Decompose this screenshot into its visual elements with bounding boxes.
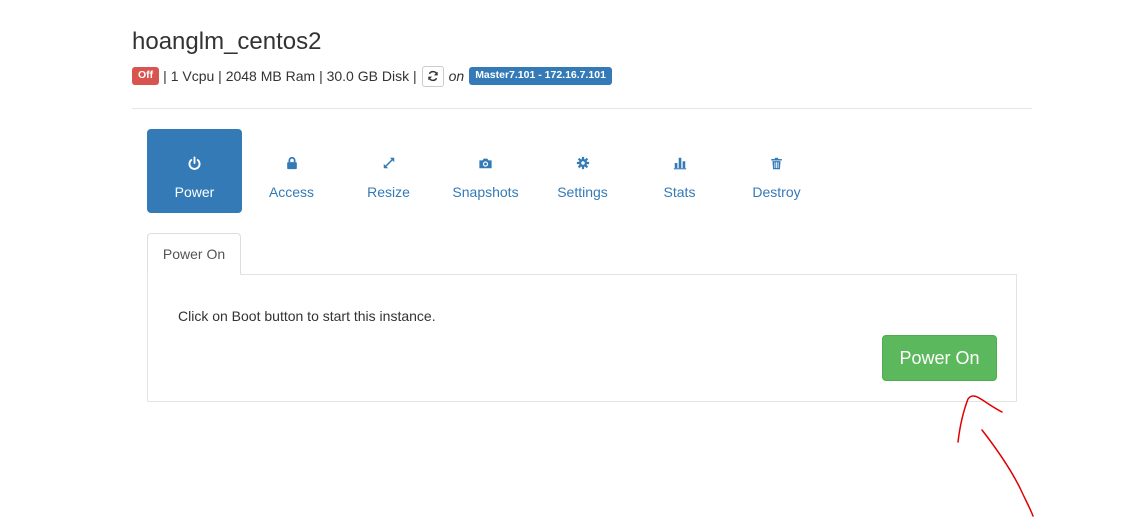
tab-label: Destroy: [752, 184, 801, 200]
panel-message: Click on Boot button to start this insta…: [178, 308, 436, 324]
power-icon: [187, 155, 202, 171]
refresh-button[interactable]: [421, 65, 444, 87]
tab-stats[interactable]: Stats: [632, 129, 727, 213]
stats-icon: [673, 155, 687, 171]
trash-icon: [770, 155, 783, 171]
tab-access[interactable]: Access: [244, 129, 339, 213]
on-label: on: [448, 68, 465, 84]
instance-meta: Off | 1 Vcpu | 2048 MB Ram | 30.0 GB Dis…: [132, 65, 612, 87]
host-badge[interactable]: Master7.101 - 172.16.7.101: [469, 67, 612, 85]
instance-specs: | 1 Vcpu | 2048 MB Ram | 30.0 GB Disk |: [163, 68, 417, 84]
status-badge: Off: [132, 67, 160, 85]
gear-icon: [576, 155, 590, 171]
tab-snapshots[interactable]: Snapshots: [438, 129, 533, 213]
tab-label: Power: [174, 184, 215, 200]
tab-power[interactable]: Power: [147, 129, 242, 213]
tab-label: Stats: [663, 184, 696, 200]
camera-icon: [478, 155, 493, 171]
tab-label: Settings: [557, 184, 608, 200]
refresh-icon: [427, 70, 438, 82]
tab-label: Access: [268, 184, 315, 200]
tab-label: Resize: [367, 184, 410, 200]
tab-destroy[interactable]: Destroy: [729, 129, 824, 213]
power-on-button[interactable]: Power On: [882, 335, 997, 381]
header-divider: [132, 108, 1032, 109]
tab-label: Snapshots: [452, 184, 519, 200]
tab-settings[interactable]: Settings: [535, 129, 630, 213]
instance-name: hoanglm_centos2: [132, 28, 322, 55]
tab-power-on[interactable]: Power On: [147, 233, 241, 275]
tab-resize[interactable]: Resize: [341, 129, 436, 213]
resize-icon: [382, 155, 396, 171]
power-panel: Click on Boot button to start this insta…: [147, 274, 1017, 402]
lock-icon: [285, 155, 299, 171]
